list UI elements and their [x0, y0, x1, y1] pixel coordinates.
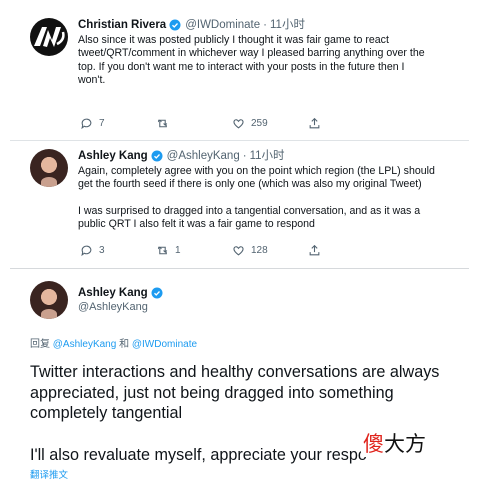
like-count: 128	[251, 245, 268, 256]
author-name[interactable]: Ashley Kang	[78, 287, 148, 299]
tweet-text-line: Also since it was posted publicly I thou…	[78, 34, 389, 46]
heart-icon	[233, 246, 244, 256]
author-handle[interactable]: @AshleyKang	[167, 149, 240, 163]
like-button[interactable]: 259	[232, 117, 308, 130]
like-count: 259	[251, 118, 268, 129]
tweet-actions: 3 1 128	[80, 244, 429, 257]
verified-badge-icon	[151, 150, 163, 162]
retweet-icon	[157, 246, 168, 255]
like-button[interactable]: 128	[232, 244, 308, 257]
reply-tweet-ashley[interactable]: Ashley Kang @AshleyKang · 11小时 Again, co…	[10, 141, 469, 269]
tweet-header: Ashley Kang @AshleyKang · 11小时	[78, 149, 457, 163]
tweet-time[interactable]: 11小时	[270, 18, 305, 32]
reply-joiner: 和	[119, 339, 130, 350]
reply-count: 7	[99, 118, 105, 129]
author-handle[interactable]: @IWDominate	[185, 18, 260, 32]
heart-icon	[233, 119, 244, 129]
overlay-red-char: 傻	[363, 432, 384, 456]
profile-photo-avatar[interactable]	[30, 149, 68, 187]
tweet-text-line: public QRT I also felt it was a fair gam…	[78, 218, 315, 231]
author-name[interactable]: Christian Rivera	[78, 18, 166, 32]
tweet-actions: 7 259	[80, 117, 429, 130]
mention-link[interactable]: @IWDominate	[132, 339, 197, 350]
separator-dot: ·	[242, 150, 247, 162]
focused-tweet-header: Ashley Kang @AshleyKang	[30, 281, 457, 319]
verified-badge-icon	[151, 287, 163, 299]
tweet-paragraph: I'll also revaluate myself, appreciate y…	[30, 445, 367, 464]
overlay-caption: 傻大方	[361, 431, 428, 457]
translate-tweet-link[interactable]: 翻译推文	[30, 467, 457, 481]
tweet-text: Again, completely agree with you on the …	[78, 165, 457, 232]
iwd-logo-avatar[interactable]	[30, 18, 68, 56]
share-icon	[309, 117, 320, 129]
retweet-button[interactable]: 1	[156, 244, 232, 257]
retweet-icon	[157, 119, 168, 128]
reply-icon	[81, 118, 92, 130]
verified-badge-icon	[169, 19, 181, 31]
reply-count: 3	[99, 245, 105, 256]
reply-button[interactable]: 3	[80, 244, 156, 257]
tweet-time[interactable]: 11小时	[250, 149, 285, 163]
tweet-text-line: I was surprised to dragged into a tangen…	[78, 204, 421, 217]
tweet-text-line: won't.	[78, 74, 106, 87]
author-name-row: Ashley Kang	[78, 287, 167, 299]
tweet-text-line: Again, completely agree with you on the …	[78, 165, 435, 177]
tweet-header: Christian Rivera @IWDominate · 11小时	[78, 18, 457, 32]
tweet-text-line: get the fourth seed if there is only one…	[78, 178, 422, 191]
tweet-paragraph: Twitter interactions and healthy convers…	[30, 363, 440, 422]
replying-to: 回复 @AshleyKang 和 @IWDominate	[30, 335, 457, 350]
retweet-count: 1	[175, 245, 181, 256]
author-name[interactable]: Ashley Kang	[78, 149, 148, 163]
profile-photo-avatar[interactable]	[30, 281, 68, 319]
author-block: Ashley Kang @AshleyKang	[78, 287, 167, 313]
author-handle[interactable]: @AshleyKang	[78, 301, 167, 313]
page: Christian Rivera @IWDominate · 11小时 Also…	[0, 0, 479, 484]
separator-dot: ·	[263, 19, 267, 31]
retweet-button[interactable]	[156, 117, 232, 130]
share-button[interactable]	[308, 117, 384, 130]
reply-prefix: 回复	[30, 339, 50, 350]
tweet-text-line: tweet/QRT/comment in whichever way I ple…	[78, 47, 425, 60]
tweet-text: Also since it was posted publicly I thou…	[78, 34, 457, 88]
reply-icon	[81, 245, 92, 257]
mention-link[interactable]: @AshleyKang	[53, 339, 117, 350]
tweet-text-line: top. If you don't want me to interact wi…	[78, 60, 405, 73]
reply-button[interactable]: 7	[80, 117, 156, 130]
reply-tweet-christian[interactable]: Christian Rivera @IWDominate · 11小时 Also…	[10, 8, 469, 141]
overlay-black-chars: 大方	[384, 432, 426, 456]
share-icon	[309, 244, 320, 256]
share-button[interactable]	[308, 244, 384, 257]
